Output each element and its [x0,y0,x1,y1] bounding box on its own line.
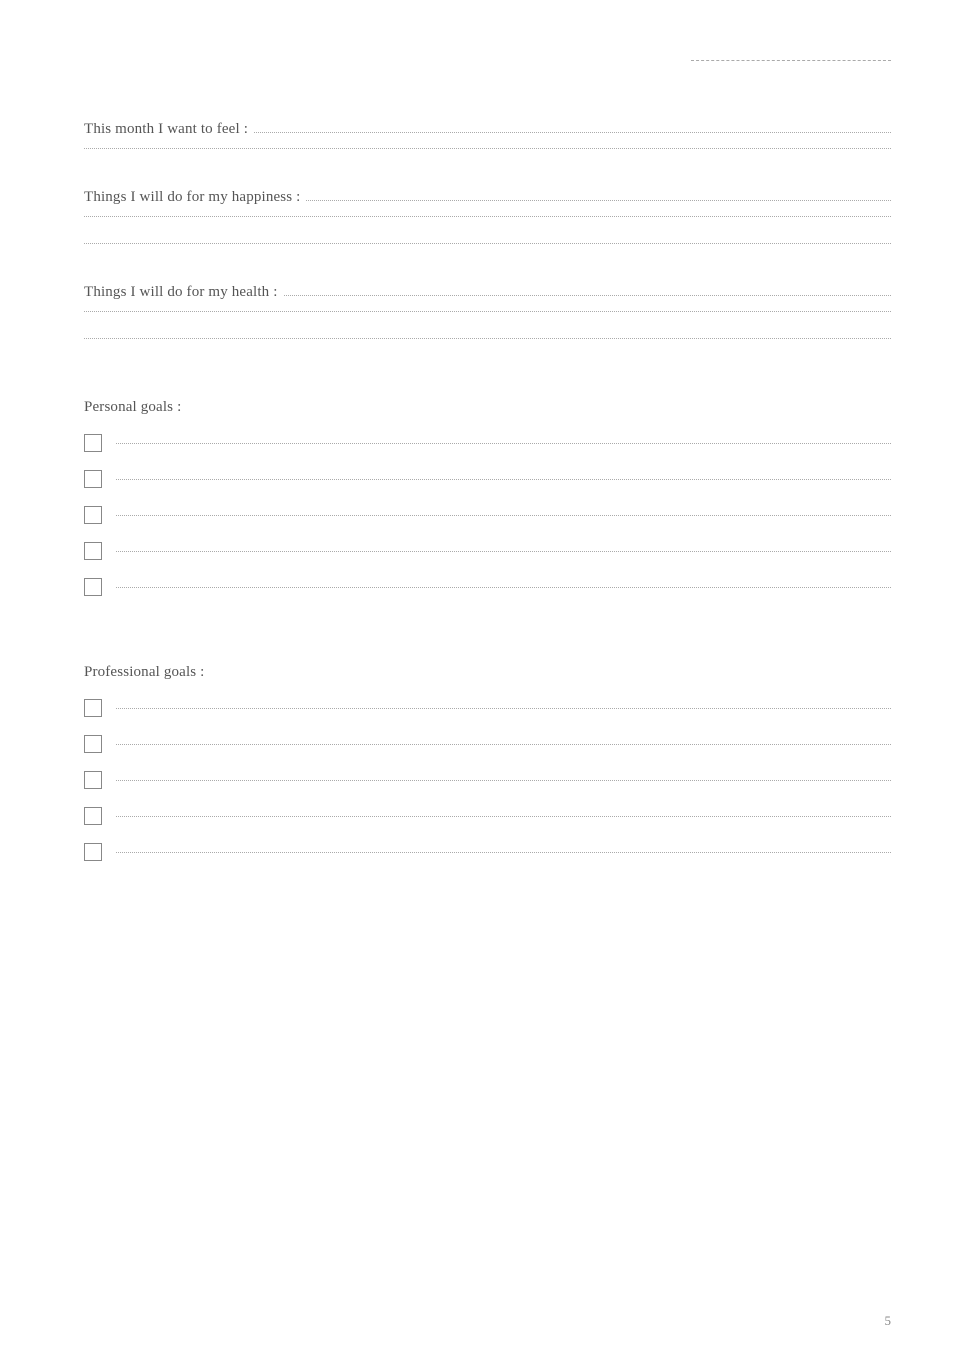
page: This month I want to feel : Things I wil… [0,0,975,1359]
professional-goal-line-4[interactable] [116,816,891,817]
top-decorative-line [691,60,891,61]
feel-input-line[interactable] [254,132,891,133]
personal-goal-line-4[interactable] [116,551,891,552]
personal-goal-row-5 [84,578,891,596]
professional-goal-row-4 [84,807,891,825]
feel-section: This month I want to feel : [84,121,891,149]
feel-extra-line-1 [84,148,891,149]
professional-goal-checkbox-5[interactable] [84,843,102,861]
professional-goal-line-2[interactable] [116,744,891,745]
personal-goals-section: Personal goals : [84,399,891,596]
professional-goal-line-5[interactable] [116,852,891,853]
personal-goal-line-1[interactable] [116,443,891,444]
happiness-section: Things I will do for my happiness : [84,189,891,244]
spacer-2 [84,254,891,284]
happiness-input-line[interactable] [306,200,891,201]
professional-goal-checkbox-2[interactable] [84,735,102,753]
personal-goal-row-4 [84,542,891,560]
professional-goal-checkbox-1[interactable] [84,699,102,717]
personal-goal-checkbox-4[interactable] [84,542,102,560]
health-input-line[interactable] [284,295,891,296]
happiness-label: Things I will do for my happiness : [84,189,300,206]
feel-field-row: This month I want to feel : [84,121,891,138]
personal-goal-checkbox-2[interactable] [84,470,102,488]
personal-goal-row-2 [84,470,891,488]
professional-goal-row-3 [84,771,891,789]
happiness-field-row: Things I will do for my happiness : [84,189,891,206]
professional-goal-line-3[interactable] [116,780,891,781]
health-extra-line-2 [84,338,891,339]
personal-goal-row-3 [84,506,891,524]
professional-goals-label: Professional goals : [84,664,891,681]
spacer-4 [84,614,891,644]
personal-goal-checkbox-5[interactable] [84,578,102,596]
personal-goal-line-5[interactable] [116,587,891,588]
health-label: Things I will do for my health : [84,284,278,301]
professional-goal-row-5 [84,843,891,861]
personal-goal-checkbox-3[interactable] [84,506,102,524]
page-number: 5 [885,1313,892,1329]
spacer-health-inner [84,322,891,338]
professional-goal-row-2 [84,735,891,753]
personal-goal-row-1 [84,434,891,452]
professional-goal-row-1 [84,699,891,717]
health-field-row: Things I will do for my health : [84,284,891,301]
professional-goals-section: Professional goals : [84,664,891,861]
personal-goals-label: Personal goals : [84,399,891,416]
personal-goal-line-2[interactable] [116,479,891,480]
happiness-extra-line-2 [84,243,891,244]
professional-goal-checkbox-4[interactable] [84,807,102,825]
personal-goal-line-3[interactable] [116,515,891,516]
top-line-area [84,60,891,61]
happiness-extra-line-1 [84,216,891,217]
health-section: Things I will do for my health : [84,284,891,339]
spacer-happiness-inner [84,227,891,243]
professional-goal-checkbox-3[interactable] [84,771,102,789]
personal-goal-checkbox-1[interactable] [84,434,102,452]
spacer-3 [84,349,891,379]
feel-label: This month I want to feel : [84,121,248,138]
spacer-1 [84,159,891,189]
professional-goal-line-1[interactable] [116,708,891,709]
health-extra-line-1 [84,311,891,312]
